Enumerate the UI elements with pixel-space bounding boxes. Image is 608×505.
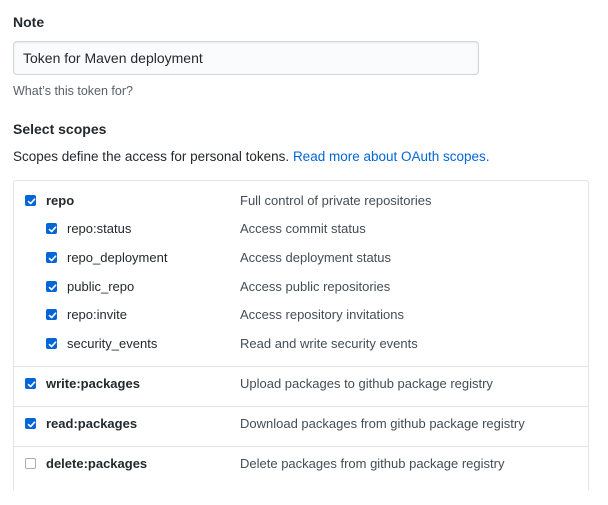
scope-description: Access public repositories	[240, 279, 391, 294]
scope-name: repo:invite	[67, 307, 127, 322]
checkmark-icon	[27, 198, 36, 205]
note-input[interactable]	[13, 41, 479, 75]
scope-description: Access deployment status	[240, 250, 392, 265]
scope-checkbox-security-events[interactable]	[46, 338, 57, 349]
note-heading: Note	[13, 14, 45, 30]
checkmark-icon	[48, 312, 57, 319]
scope-row-repo-invite[interactable]: repo:invite Access repository invitation…	[14, 305, 588, 325]
note-help-text: What’s this token for?	[13, 84, 133, 98]
select-scopes-heading: Select scopes	[13, 121, 107, 137]
scopes-description-text: Scopes define the access for personal to…	[13, 149, 290, 164]
scope-name: security_events	[67, 336, 158, 351]
scope-name: repo	[46, 193, 75, 208]
scope-description: Access repository invitations	[240, 307, 405, 322]
scope-description: Download packages from github package re…	[240, 416, 525, 431]
scopes-description: Scopes define the access for personal to…	[13, 149, 490, 164]
scope-checkbox-delete-packages[interactable]	[25, 458, 36, 469]
scope-divider	[14, 366, 588, 367]
checkmark-icon	[27, 421, 36, 428]
scope-row-public-repo[interactable]: public_repo Access public repositories	[14, 277, 588, 297]
oauth-scopes-link[interactable]: Read more about OAuth scopes.	[293, 149, 490, 164]
scope-name: repo_deployment	[67, 250, 168, 265]
scope-name: repo:status	[67, 221, 132, 236]
scope-name: read:packages	[46, 416, 138, 431]
scope-divider	[14, 446, 588, 447]
checkmark-icon	[27, 381, 36, 388]
scope-checkbox-read-packages[interactable]	[25, 418, 36, 429]
scope-row-delete-packages[interactable]: delete:packages Delete packages from git…	[14, 454, 588, 474]
checkmark-icon	[48, 226, 57, 233]
scopes-table: repo Full control of private repositorie…	[13, 180, 589, 490]
scope-row-write-packages[interactable]: write:packages Upload packages to github…	[14, 374, 588, 394]
scope-row-read-packages[interactable]: read:packages Download packages from git…	[14, 414, 588, 434]
scope-row-repo[interactable]: repo Full control of private repositorie…	[14, 191, 588, 211]
scope-row-security-events[interactable]: security_events Read and write security …	[14, 334, 588, 354]
scope-name: public_repo	[67, 279, 135, 294]
checkmark-icon	[48, 341, 57, 348]
scope-description: Full control of private repositories	[240, 193, 432, 208]
scope-checkbox-public-repo[interactable]	[46, 281, 57, 292]
checkmark-icon	[48, 255, 57, 262]
scope-description: Read and write security events	[240, 336, 418, 351]
scope-divider	[14, 406, 588, 407]
scope-description: Upload packages to github package regist…	[240, 376, 493, 391]
scope-row-repo-deployment[interactable]: repo_deployment Access deployment status	[14, 248, 588, 268]
checkmark-icon	[48, 284, 57, 291]
scope-checkbox-repo-status[interactable]	[46, 223, 57, 234]
scope-row-repo-status[interactable]: repo:status Access commit status	[14, 219, 588, 239]
scope-checkbox-write-packages[interactable]	[25, 378, 36, 389]
scope-checkbox-repo-deployment[interactable]	[46, 252, 57, 263]
scope-checkbox-repo-invite[interactable]	[46, 309, 57, 320]
scope-description: Access commit status	[240, 221, 366, 236]
scope-name: delete:packages	[46, 456, 148, 471]
scope-name: write:packages	[46, 376, 140, 391]
scope-description: Delete packages from github package regi…	[240, 456, 505, 471]
scope-checkbox-repo[interactable]	[25, 195, 36, 206]
